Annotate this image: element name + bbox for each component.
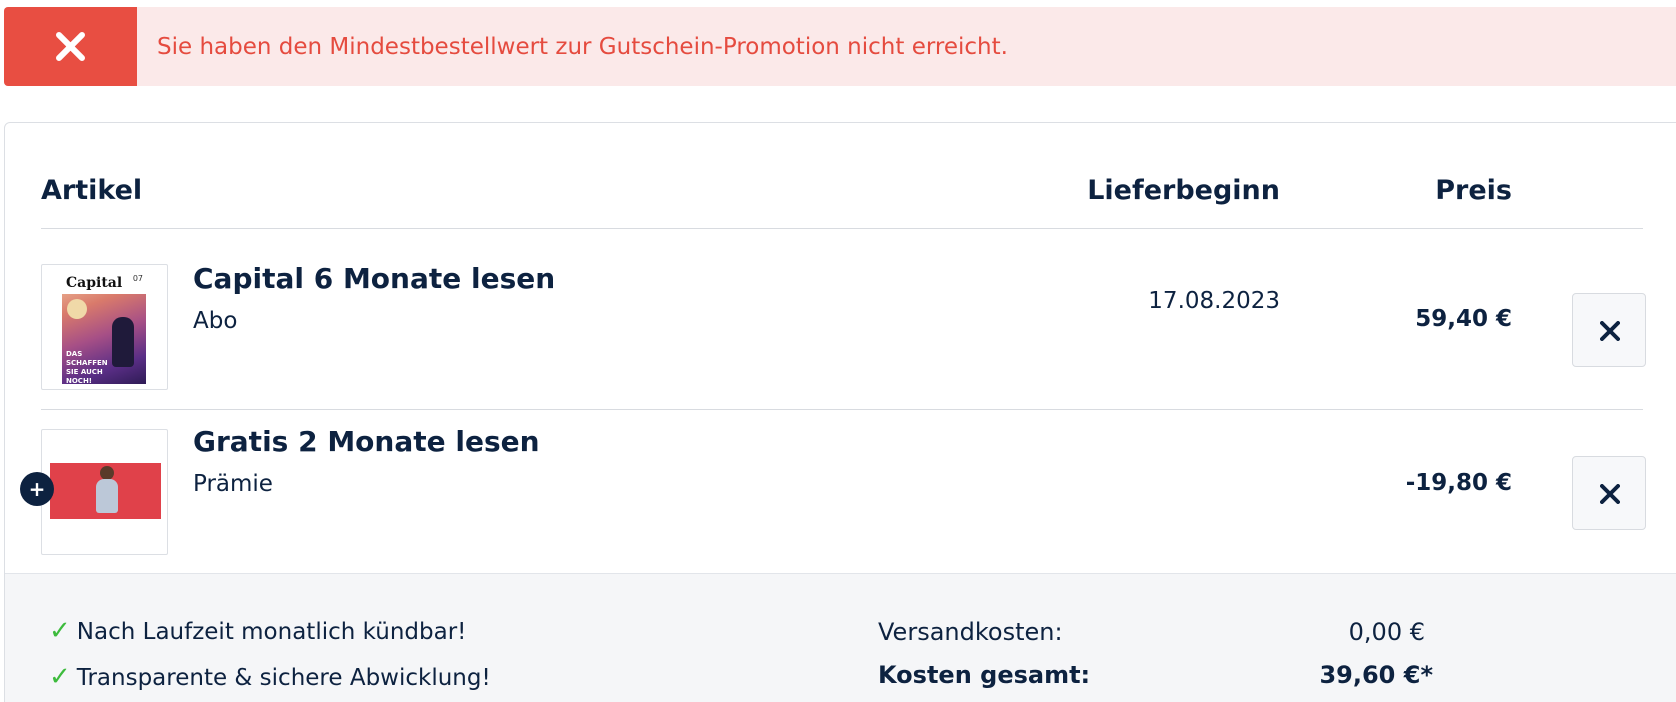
item-title[interactable]: Capital 6 Monate lesen: [193, 262, 555, 295]
shipping-label: Versandkosten:: [878, 618, 1063, 646]
item-subtitle: Prämie: [193, 471, 273, 497]
item-subtitle: Abo: [193, 308, 238, 334]
item-thumbnail-promo[interactable]: [41, 429, 168, 555]
item-price: -19,80 €: [1405, 470, 1512, 496]
cover-issue: 07: [132, 274, 143, 283]
check-icon: ✓: [49, 662, 71, 692]
cover-logo: Capital: [66, 275, 123, 291]
error-alert: Sie haben den Mindestbestellwert zur Gut…: [4, 7, 1676, 86]
item-lieferbeginn: 17.08.2023: [1148, 288, 1280, 314]
header-lieferbeginn: Lieferbeginn: [1087, 175, 1280, 206]
total-label: Kosten gesamt:: [878, 661, 1091, 689]
plus-icon: +: [28, 477, 46, 501]
capital-magazine-cover: Capital 07 DAS SCHAFFEN SIE AUCH NOCH!: [62, 272, 146, 384]
item-title[interactable]: Gratis 2 Monate lesen: [193, 425, 540, 458]
promo-image: [50, 463, 161, 519]
alert-icon-box: [4, 7, 137, 86]
expand-promo-button[interactable]: +: [20, 472, 54, 506]
close-icon: [1600, 484, 1620, 504]
header-divider: [41, 228, 1643, 229]
cover-tagline: DAS SCHAFFEN SIE AUCH NOCH!: [66, 350, 108, 384]
check-icon: ✓: [49, 616, 71, 646]
close-icon: [1600, 321, 1620, 341]
cart-summary: ✓ Nach Laufzeit monatlich kündbar! ✓ Trans…: [5, 573, 1676, 702]
alert-message: Sie haben den Mindestbestellwert zur Gut…: [157, 34, 1008, 60]
item-price: 59,40 €: [1415, 306, 1512, 332]
feature-item: ✓ Nach Laufzeit monatlich kündbar!: [49, 616, 467, 646]
header-artikel: Artikel: [41, 175, 143, 206]
row-divider: [41, 409, 1643, 410]
remove-item-button[interactable]: [1572, 293, 1646, 367]
header-preis: Preis: [1435, 175, 1512, 206]
remove-item-button[interactable]: [1572, 456, 1646, 530]
item-thumbnail-capital[interactable]: Capital 07 DAS SCHAFFEN SIE AUCH NOCH!: [41, 264, 168, 390]
feature-item: ✓ Transparente & sichere Abwicklung!: [49, 662, 491, 692]
cart-card: Artikel Lieferbeginn Preis Capital 07 DA…: [4, 122, 1676, 702]
shipping-value: 0,00 €: [1348, 618, 1425, 646]
total-value: 39,60 €*: [1319, 661, 1433, 689]
close-icon: [56, 32, 85, 61]
